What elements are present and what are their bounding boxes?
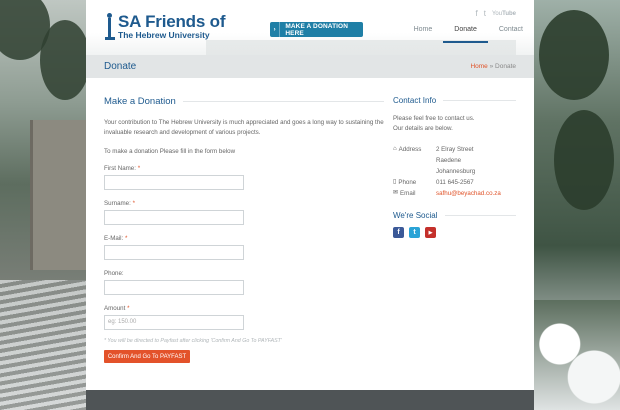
section-heading: Make a Donation [104,96,176,107]
breadcrumb-separator: » [489,63,494,70]
social-links: f t ▶ [393,227,516,238]
phone-input[interactable] [104,280,244,295]
site-logo[interactable]: SA Friends of The Hebrew University [105,13,225,41]
contact-text-2: Our details are below. [393,125,453,132]
twitter-icon[interactable]: t [409,227,420,238]
email-input[interactable] [104,245,244,260]
facebook-icon[interactable]: f [393,227,404,238]
divider [443,100,516,101]
phone-label: Phone [398,179,417,186]
header-social-links: f t YouTube [476,9,516,18]
page-container: SA Friends of The Hebrew University › MA… [86,0,534,410]
nav-item-contact[interactable]: Contact [488,25,534,43]
twitter-icon[interactable]: t [484,9,486,18]
contact-text-1: Please feel free to contact us. [393,115,475,122]
make-donation-button[interactable]: › MAKE A DONATION HERE [270,22,363,37]
logo-mark-icon [105,13,115,41]
contact-heading: Contact Info [393,96,437,105]
address-label: Address [398,146,422,153]
envelope-icon: ✉ [393,190,399,196]
nav-item-home[interactable]: Home [403,25,444,43]
required-mark: * [137,165,141,172]
background-left-scenery [0,0,90,410]
background-stairs [0,280,86,410]
facebook-icon[interactable]: f [476,9,478,18]
page-title-bar: Donate Home » Donate [86,55,534,78]
breadcrumb-current: Donate [495,63,516,70]
social-heading: We're Social [393,211,438,220]
background-tree [40,20,90,100]
make-donation-label: MAKE A DONATION HERE [285,22,349,37]
background-tree [539,10,609,100]
required-mark: * [125,235,128,242]
site-footer [86,390,534,410]
amount-label: Amount [104,305,126,312]
site-header: SA Friends of The Hebrew University › MA… [86,0,534,55]
amount-input[interactable]: eg: 150.00 [104,315,244,330]
home-icon: ⌂ [393,146,397,152]
surname-input[interactable] [104,210,244,225]
first-name-label: First Name: [104,165,136,172]
sidebar: Contact Info Please feel free to contact… [393,96,516,238]
email-link[interactable]: safhu@beyachad.co.za [436,188,501,199]
breadcrumb: Home » Donate [470,63,516,70]
phone-icon: ▯ [393,179,397,185]
chevron-right-icon: › [270,22,281,37]
youtube-icon[interactable]: YouTube [492,11,516,17]
email-label: Email [400,190,416,197]
phone-number: 011 645-2567 [436,179,474,186]
nav-item-donate[interactable]: Donate [443,25,488,43]
page-title: Donate [104,61,137,72]
surname-field: Surname: * [104,200,384,225]
first-name-field: First Name: * [104,165,384,190]
first-name-input[interactable] [104,175,244,190]
divider [444,215,516,216]
logo-title: SA Friends of [118,12,226,31]
divider [182,101,384,102]
contact-details: ⌂ Address 2 Elray Street Raedene Johannes… [393,144,516,199]
background-right-scenery [534,0,620,410]
address-line: Raedene [436,157,462,164]
email-label: E-Mail: [104,235,124,242]
background-snow [534,300,620,410]
confirm-payfast-button[interactable]: Confirm And Go To PAYFAST [104,350,190,363]
intro-text: Your contribution to The Hebrew Universi… [104,119,384,136]
payfast-note: * You will be directed to Payfast after … [104,338,282,344]
logo-subtitle: The Hebrew University [118,30,210,40]
donation-form-section: Make a Donation Your contribution to The… [104,96,384,363]
form-instruction: To make a donation Please fill in the fo… [104,148,236,155]
address-line: 2 Elray Street [436,146,474,153]
surname-label: Surname: [104,200,131,207]
required-mark: * [127,305,130,312]
email-field: E-Mail: * [104,235,384,260]
main-nav: Home Donate Contact [403,25,534,43]
phone-label: Phone: [104,270,124,277]
background-tree [554,110,614,210]
address-line: Johannesburg [436,168,476,175]
youtube-icon[interactable]: ▶ [425,227,436,238]
amount-field: Amount * eg: 150.00 [104,305,384,330]
background-building [30,120,86,270]
phone-field: Phone: [104,270,384,295]
required-mark: * [132,200,135,207]
breadcrumb-home-link[interactable]: Home [470,63,487,70]
